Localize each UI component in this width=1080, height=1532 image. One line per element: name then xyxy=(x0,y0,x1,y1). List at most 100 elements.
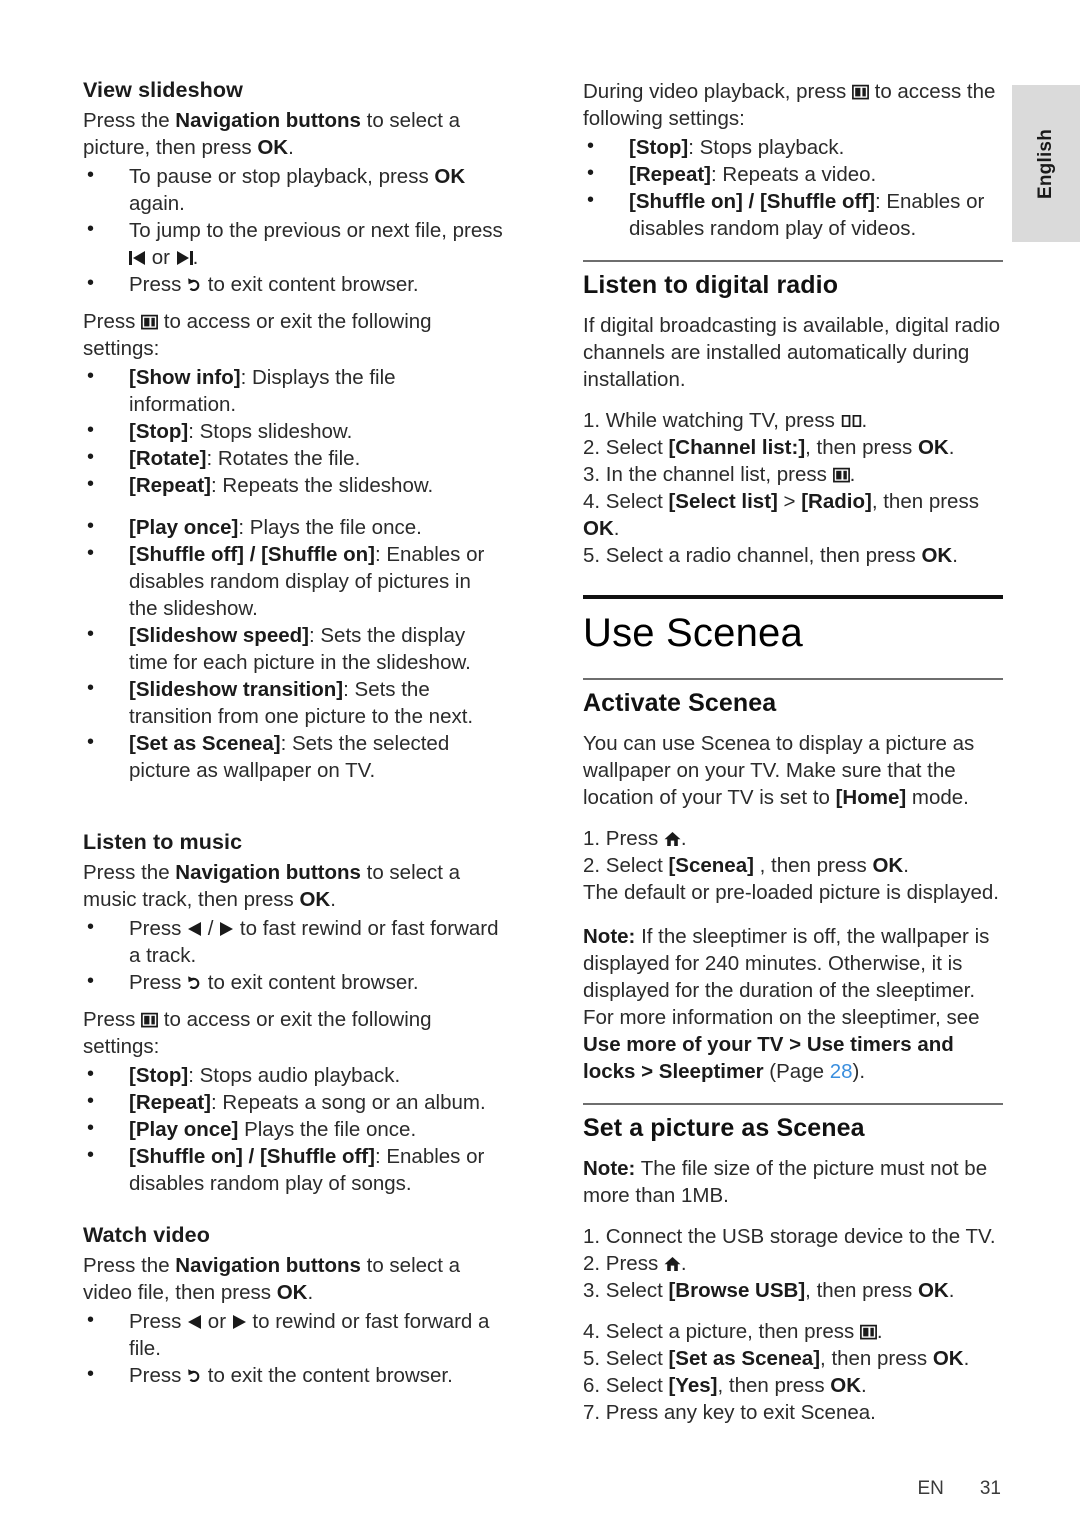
note-label: Note: xyxy=(583,925,636,948)
text-fragment: While watching TV, press xyxy=(600,409,841,432)
text-bold: OK xyxy=(917,1279,949,1302)
text-fragment: , then press xyxy=(717,1374,831,1397)
heading-set-picture-as-scenea: Set a picture as Scenea xyxy=(583,1114,865,1142)
list-item: [Play once] Plays the file once. xyxy=(83,1115,503,1143)
text-fragment: Press the xyxy=(83,1254,176,1277)
list-item: [Show info]: Displays the file informati… xyxy=(83,363,503,418)
text-fragment: During video playback, press xyxy=(583,80,852,103)
activate-scenea-steps: 1. Press . 2. Select [Scenea] , then pre… xyxy=(583,825,1003,879)
text-fragment: to exit content browser. xyxy=(202,971,419,994)
footer-language-code: EN xyxy=(917,1478,944,1499)
right-column: During video playback, press to access t… xyxy=(583,78,1003,1426)
text-fragment: or xyxy=(146,246,176,269)
list-item: 6. Select [Yes], then press OK. xyxy=(583,1372,1003,1399)
text-bold: [Set as Scenea] xyxy=(668,1347,821,1370)
list-item: Press or to rewind or fast forward a fil… xyxy=(83,1307,503,1362)
video-playback-intro: During video playback, press to access t… xyxy=(583,78,1003,132)
text-fragment: Plays the file once. xyxy=(238,1118,417,1141)
heading-watch-video: Watch video xyxy=(83,1223,210,1247)
language-tab: English xyxy=(1012,85,1080,242)
text-bold: [Radio] xyxy=(801,490,872,513)
page-link[interactable]: 28 xyxy=(830,1060,853,1083)
text-bold: [Scenea] xyxy=(668,854,754,877)
text-fragment: Press xyxy=(83,310,142,333)
text-fragment: Select xyxy=(600,1347,669,1370)
text-bold: Navigation buttons xyxy=(175,1254,361,1277)
step-number: 1. xyxy=(583,409,601,432)
step-number: 5. xyxy=(583,544,601,567)
list-item: 1. Press . xyxy=(583,825,1003,852)
video-playback-settings-list: [Stop]: Stops playback. [Repeat]: Repeat… xyxy=(583,133,1003,242)
heading-listen-to-music: Listen to music xyxy=(83,830,243,854)
text-fragment: . xyxy=(613,517,620,540)
listen-to-music-settings-list: [Stop]: Stops audio playback. [Repeat]: … xyxy=(83,1061,503,1197)
text-fragment: . xyxy=(861,1374,867,1397)
set-picture-steps: 1. Connect the USB storage device to the… xyxy=(583,1223,1003,1426)
options-icon xyxy=(141,1012,159,1028)
chapter-title-use-scenea: Use Scenea xyxy=(583,611,803,655)
text-bold: [Rotate] xyxy=(129,447,207,470)
language-tab-label: English xyxy=(1035,128,1057,199)
text-fragment: Select a picture, then press xyxy=(600,1320,860,1343)
list-item: 5. Select a radio channel, then press OK… xyxy=(583,542,1003,569)
activate-scenea-para: You can use Scenea to display a picture … xyxy=(583,730,1003,811)
options-icon xyxy=(141,314,159,330)
heading-activate-scenea: Activate Scenea xyxy=(583,689,777,717)
list-item: [Shuffle on] / [Shuffle off]: Enables or… xyxy=(583,187,1003,242)
view-slideshow-intro: Press the Navigation buttons to select a… xyxy=(83,107,503,161)
watch-video-bullets: Press or to rewind or fast forward a fil… xyxy=(83,1307,503,1389)
text-fragment: . xyxy=(680,827,687,850)
list-item: 1. Connect the USB storage device to the… xyxy=(583,1223,1003,1250)
list-item: 4. Select a picture, then press . xyxy=(583,1318,1003,1345)
text-fragment: Press xyxy=(129,917,188,940)
text-bold: [Select list] xyxy=(668,490,778,513)
text-bold: [Play once] xyxy=(129,516,239,539)
text-fragment: . xyxy=(288,136,294,159)
text-fragment: Press any key to exit Scenea. xyxy=(600,1401,876,1424)
heading-view-slideshow: View slideshow xyxy=(83,78,243,102)
heading-listen-digital-radio: Listen to digital radio xyxy=(583,271,839,299)
text-fragment: Select a radio channel, then press xyxy=(600,544,922,567)
step-number: 2. xyxy=(583,854,601,877)
text-fragment: mode. xyxy=(906,786,969,809)
manual-page: English View slideshow Press the Navigat… xyxy=(0,0,1080,1532)
list-item: To pause or stop playback, press OK agai… xyxy=(83,162,503,217)
activate-scenea-step-note: The default or pre-loaded picture is dis… xyxy=(583,881,999,904)
text-fragment: . xyxy=(903,854,909,877)
list-item: 1. While watching TV, press . xyxy=(583,407,1003,434)
text-fragment: . xyxy=(330,888,336,911)
text-bold: [Shuffle on] / [Shuffle off] xyxy=(129,1145,375,1168)
list-item: [Set as Scenea]: Sets the selected pictu… xyxy=(83,729,503,784)
text-fragment: to exit content browser. xyxy=(202,273,419,296)
text-fragment: Press xyxy=(83,1008,142,1031)
home-icon xyxy=(664,1256,681,1272)
view-slideshow-settings-list: [Show info]: Displays the file informati… xyxy=(83,363,503,784)
text-fragment: To jump to the previous or next file, pr… xyxy=(129,219,503,242)
text-fragment: , then press xyxy=(820,1347,933,1370)
text-bold: [Repeat] xyxy=(129,474,212,497)
text-fragment: Press xyxy=(129,273,188,296)
list-item: [Stop]: Stops slideshow. xyxy=(83,417,503,445)
text-fragment: . xyxy=(948,436,955,459)
text-fragment: Press xyxy=(129,1364,188,1387)
step-number: 2. xyxy=(583,1252,601,1275)
text-bold: OK xyxy=(872,854,904,877)
text-fragment: Select xyxy=(600,1374,669,1397)
text-fragment: Press xyxy=(129,971,188,994)
rewind-icon xyxy=(187,1315,202,1329)
step-number: 1. xyxy=(583,1225,601,1248)
text-bold: OK xyxy=(830,1374,862,1397)
back-icon xyxy=(187,1368,202,1384)
text-fragment: . xyxy=(680,1252,687,1275)
rewind-icon xyxy=(187,922,202,936)
step-number: 6. xyxy=(583,1374,601,1397)
digital-radio-para: If digital broadcasting is available, di… xyxy=(583,314,1001,391)
options-icon xyxy=(832,467,850,483)
text-bold: Navigation buttons xyxy=(175,861,361,884)
text-bold: [Home] xyxy=(835,786,907,809)
text-fragment: , then press xyxy=(805,436,918,459)
text-bold: [Stop] xyxy=(129,1064,189,1087)
options-icon xyxy=(851,84,869,100)
activate-scenea-note: Note: If the sleeptimer is off, the wall… xyxy=(583,923,1003,1085)
view-slideshow-bullets: To pause or stop playback, press OK agai… xyxy=(83,162,503,298)
